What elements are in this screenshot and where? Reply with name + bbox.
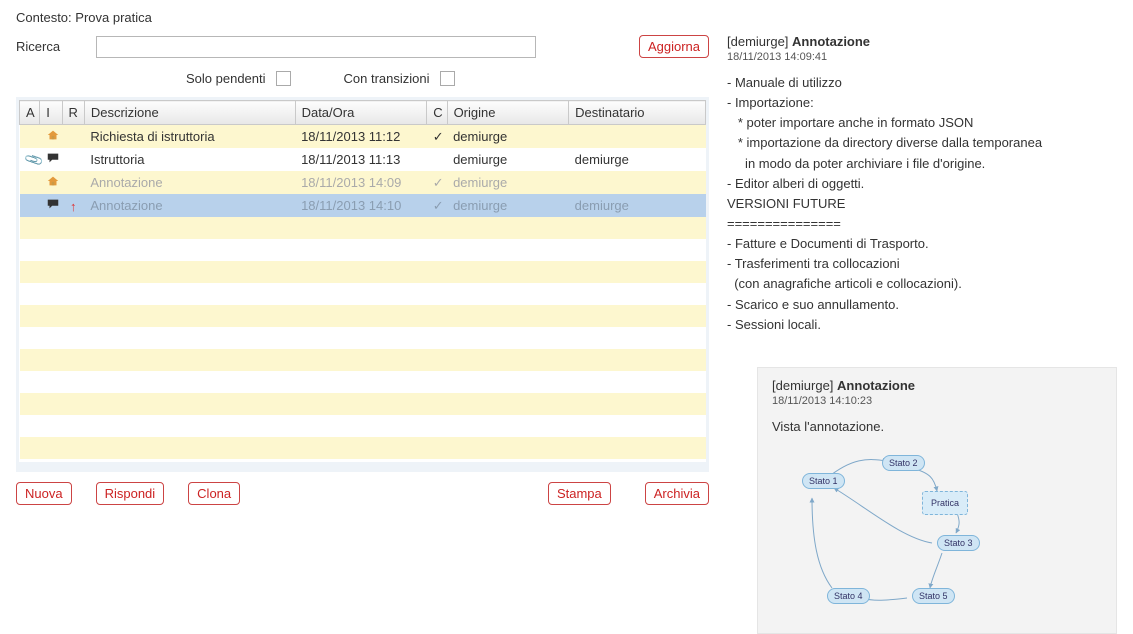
cell-origine: demiurge (447, 194, 569, 217)
table-row-empty (20, 217, 706, 239)
annotation-line: * poter importare anche in formato JSON (727, 113, 1117, 133)
table-row-empty (20, 393, 706, 415)
annotation-reply-timestamp: 18/11/2013 14:10:23 (772, 395, 1102, 407)
table-row-empty (20, 305, 706, 327)
node-stato2: Stato 2 (882, 455, 925, 471)
annotation-line: VERSIONI FUTURE (727, 194, 1117, 214)
table-row-empty (20, 327, 706, 349)
table-row-empty (20, 349, 706, 371)
cell-descrizione: Richiesta di istruttoria (84, 125, 295, 149)
print-button[interactable]: Stampa (548, 482, 611, 505)
col-header-dt[interactable]: Data/Ora (295, 101, 427, 125)
context-label: Contesto: (16, 10, 72, 25)
search-input[interactable] (96, 36, 536, 58)
context-line: Contesto: Prova pratica (16, 10, 709, 25)
cell-origine: demiurge (447, 171, 569, 194)
refresh-button[interactable]: Aggiorna (639, 35, 709, 58)
node-stato1: Stato 1 (802, 473, 845, 489)
annotation-line: - Scarico e suo annullamento. (727, 295, 1117, 315)
cell-c (427, 148, 447, 171)
cell-c: ✓ (427, 171, 447, 194)
annotation-line: - Importazione: (727, 93, 1117, 113)
annotation-reply-user: [demiurge] (772, 378, 833, 393)
cell-destinatario: demiurge (569, 194, 706, 217)
search-label: Ricerca (16, 39, 86, 54)
cell-data-ora: 18/11/2013 14:09 (295, 171, 427, 194)
col-header-r[interactable]: R (62, 101, 84, 125)
filter-con-transizioni[interactable]: Con transizioni (344, 68, 458, 89)
arrow-up-icon: ↑ (70, 199, 77, 214)
filter-solo-pendenti-label: Solo pendenti (186, 71, 266, 86)
new-button[interactable]: Nuova (16, 482, 72, 505)
cell-data-ora: 18/11/2013 14:10 (295, 194, 427, 217)
table-row-empty (20, 459, 706, 472)
annotation-timestamp: 18/11/2013 14:09:41 (727, 51, 1117, 63)
clone-button[interactable]: Clona (188, 482, 240, 505)
workflow-diagram: Stato 1 Stato 2 Pratica Stato 3 Stato 5 … (772, 443, 1072, 613)
reply-button[interactable]: Rispondi (96, 482, 165, 505)
annotation-line: - Editor alberi di oggetti. (727, 174, 1117, 194)
filter-con-transizioni-label: Con transizioni (344, 71, 430, 86)
annotation-line: - Manuale di utilizzo (727, 73, 1117, 93)
table-row[interactable]: Richiesta di istruttoria18/11/2013 11:12… (20, 125, 706, 149)
table-row-empty (20, 261, 706, 283)
archive-button[interactable]: Archivia (645, 482, 709, 505)
node-pratica: Pratica (922, 491, 968, 515)
home-icon (46, 128, 60, 145)
col-header-orig[interactable]: Origine (447, 101, 569, 125)
filter-solo-pendenti[interactable]: Solo pendenti (186, 68, 294, 89)
cell-origine: demiurge (447, 148, 569, 171)
table-row-empty (20, 283, 706, 305)
attachment-icon: 📎 (23, 149, 45, 171)
table-row-empty (20, 371, 706, 393)
table-row[interactable]: Annotazione18/11/2013 14:09✓demiurge (20, 171, 706, 194)
annotation-line: * importazione da directory diverse dall… (727, 133, 1117, 153)
cell-data-ora: 18/11/2013 11:13 (295, 148, 427, 171)
chat-icon (46, 151, 60, 168)
col-header-dest[interactable]: Destinatario (569, 101, 706, 125)
cell-c: ✓ (427, 125, 447, 149)
annotation-line: - Fatture e Documenti di Trasporto. (727, 234, 1117, 254)
cell-c: ✓ (427, 194, 447, 217)
cell-origine: demiurge (447, 125, 569, 149)
cell-destinatario (569, 125, 706, 149)
cell-destinatario (569, 171, 706, 194)
annotation-line: in modo da poter archiviare i file d'ori… (727, 154, 1117, 174)
annotation-line: - Trasferimenti tra collocazioni (727, 254, 1117, 274)
col-header-desc[interactable]: Descrizione (84, 101, 295, 125)
table-row[interactable]: ↑Annotazione18/11/2013 14:10✓demiurgedem… (20, 194, 706, 217)
table-row-empty (20, 239, 706, 261)
annotation-line: =============== (727, 214, 1117, 234)
annotation-primary: [demiurge] Annotazione 18/11/2013 14:09:… (727, 34, 1117, 335)
table-row[interactable]: 📎 Istruttoria18/11/2013 11:13 demiurgedemi… (20, 148, 706, 171)
col-header-a[interactable]: A (20, 101, 40, 125)
node-stato4: Stato 4 (827, 588, 870, 604)
annotation-reply: [demiurge] Annotazione 18/11/2013 14:10:… (757, 367, 1117, 634)
cell-descrizione: Annotazione (84, 171, 295, 194)
annotation-reply-title: Annotazione (837, 378, 915, 393)
filter-con-transizioni-checkbox[interactable] (440, 71, 455, 86)
table-row-empty (20, 415, 706, 437)
node-stato5: Stato 5 (912, 588, 955, 604)
cell-destinatario: demiurge (569, 148, 706, 171)
table-row-empty (20, 437, 706, 459)
context-value: Prova pratica (75, 10, 152, 25)
annotation-user: [demiurge] (727, 34, 788, 49)
col-header-c[interactable]: C (427, 101, 447, 125)
annotation-line: (con anagrafiche articoli e collocazioni… (727, 274, 1117, 294)
messages-table: A I R Descrizione Data/Ora C Origine Des… (16, 97, 709, 472)
chat-icon (46, 197, 60, 214)
col-header-i[interactable]: I (40, 101, 62, 125)
annotation-line: - Sessioni locali. (727, 315, 1117, 335)
cell-descrizione: Istruttoria (84, 148, 295, 171)
annotation-title: Annotazione (792, 34, 870, 49)
home-icon (46, 174, 60, 191)
node-stato3: Stato 3 (937, 535, 980, 551)
filter-solo-pendenti-checkbox[interactable] (276, 71, 291, 86)
annotation-reply-body: Vista l'annotazione. (772, 417, 1102, 437)
cell-data-ora: 18/11/2013 11:12 (295, 125, 427, 149)
cell-descrizione: Annotazione (84, 194, 295, 217)
